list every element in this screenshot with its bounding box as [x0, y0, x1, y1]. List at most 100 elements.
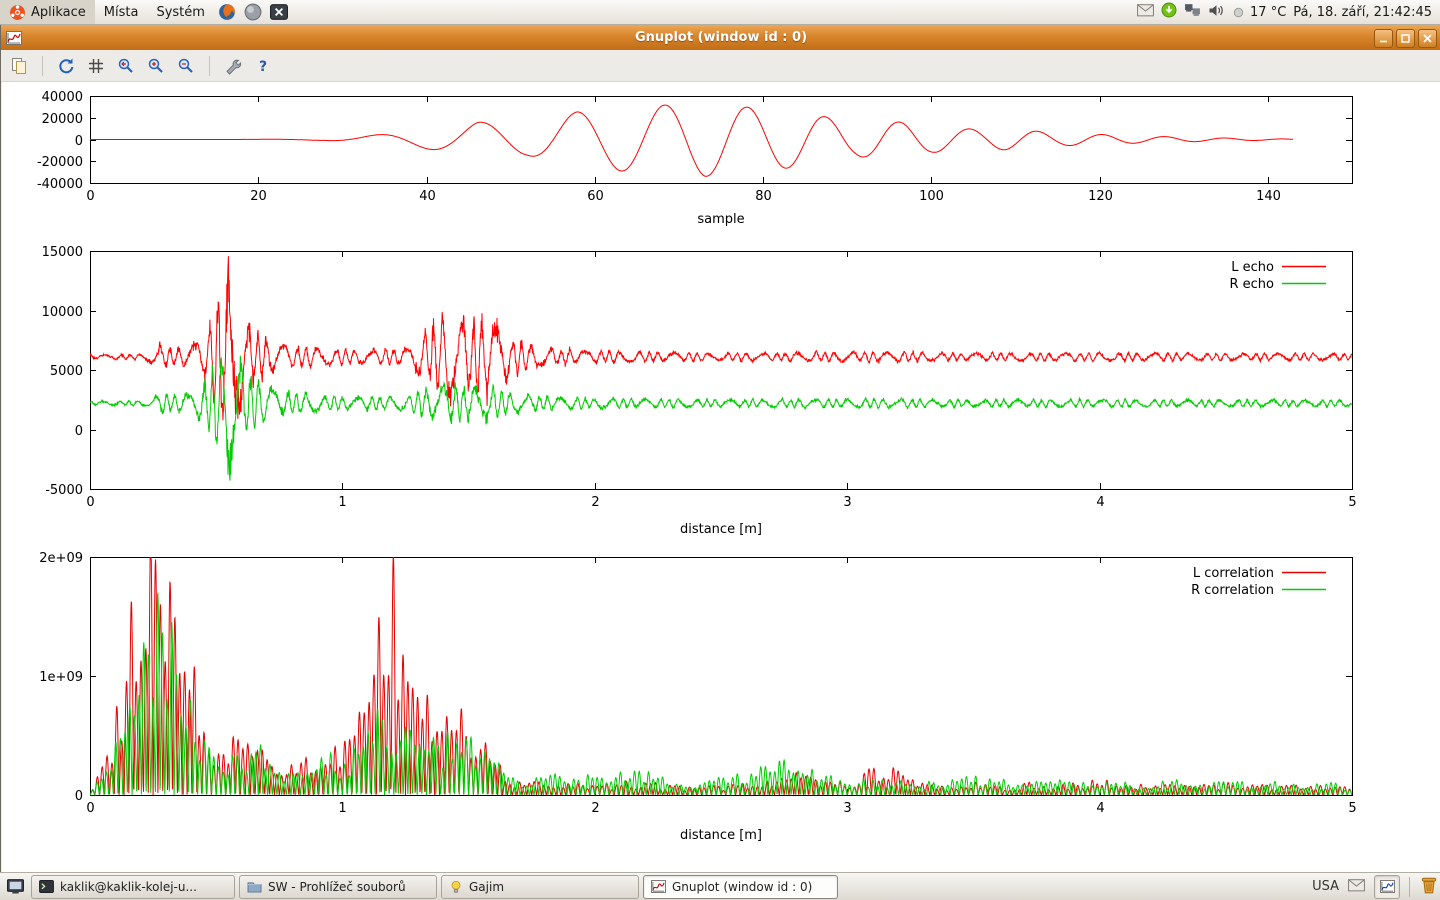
maximize-button[interactable] [1396, 29, 1415, 48]
temperature-label: 17 °C [1250, 5, 1286, 20]
wrench-icon [224, 57, 242, 75]
clock-label[interactable]: Pá, 18. září, 21:42:45 [1293, 5, 1432, 20]
toolbar-separator [209, 56, 210, 76]
help-button[interactable]: ? [251, 54, 275, 78]
gnuplot-toolbar: ? [1, 50, 1440, 82]
x-axis-label: sample [697, 212, 744, 227]
help-browser-icon [244, 3, 262, 21]
x-tick-label: 2 [591, 495, 599, 510]
y-tick-label: 5000 [50, 364, 83, 379]
x-tick-label: 4 [1096, 495, 1104, 510]
firefox-launcher[interactable] [214, 0, 240, 24]
terminal-launcher[interactable] [266, 0, 292, 24]
sample-waveform-chart: 020406080100120140-40000-200000200004000… [0, 88, 1440, 238]
weather-icon [1231, 5, 1246, 20]
replot-button[interactable] [54, 54, 78, 78]
volume-icon [1208, 3, 1224, 18]
network-tray[interactable] [1184, 3, 1201, 21]
svg-text:?: ? [259, 59, 267, 75]
show-desktop-button[interactable] [3, 876, 27, 898]
legend-label: R echo [1229, 277, 1274, 292]
chart-svg: 020406080100120140-40000-200000200004000… [0, 88, 1440, 238]
trash-icon [1419, 875, 1439, 895]
toggle-grid-button[interactable] [84, 54, 108, 78]
window-buttons [1374, 29, 1437, 48]
x-tick-label: 40 [419, 189, 436, 204]
zoom-in-icon [147, 57, 165, 75]
task-button-file-manager[interactable]: SW - Prohlížeč souborů [239, 875, 437, 899]
help-launcher[interactable] [240, 0, 266, 24]
titlebar[interactable]: Gnuplot (window id : 0) [1, 25, 1440, 50]
legend-label: L correlation [1193, 566, 1274, 581]
mail-envelope-icon [1348, 878, 1365, 892]
mail-envelope-icon [1137, 3, 1154, 17]
zoom-previous-button[interactable] [114, 54, 138, 78]
update-tray[interactable] [1161, 2, 1177, 22]
x-tick-label: 2 [591, 801, 599, 816]
minimize-icon [1379, 34, 1388, 43]
x-tick-label: 1 [338, 495, 346, 510]
plot-frame [91, 252, 1353, 490]
x-tick-label: 5 [1348, 495, 1356, 510]
copy-to-clipboard-button[interactable] [7, 54, 31, 78]
volume-tray[interactable] [1208, 3, 1224, 22]
places-menu-label: Místa [104, 5, 139, 20]
x-tick-label: 100 [919, 189, 944, 204]
help-icon: ? [254, 57, 272, 75]
legend-label: R correlation [1191, 583, 1274, 598]
maximize-icon [1401, 34, 1410, 43]
close-button[interactable] [1418, 29, 1437, 48]
x-tick-label: 1 [338, 801, 346, 816]
gnuplot-tray-button[interactable] [1374, 875, 1400, 899]
system-menu[interactable]: Systém [147, 0, 213, 24]
places-menu[interactable]: Místa [95, 0, 148, 24]
configure-button[interactable] [221, 54, 245, 78]
zoom-out-button[interactable] [174, 54, 198, 78]
network-icon [1184, 3, 1201, 17]
show-desktop-icon [7, 879, 24, 894]
x-tick-label: 120 [1088, 189, 1113, 204]
panel-left: Aplikace Místa Systém [0, 0, 292, 24]
trash-applet[interactable] [1419, 875, 1439, 898]
update-manager-icon [1161, 2, 1177, 18]
gnuplot-window-icon [6, 31, 22, 45]
y-tick-label: 10000 [42, 305, 83, 320]
y-tick-label: 0 [75, 134, 83, 149]
task-button-gnuplot[interactable]: Gnuplot (window id : 0) [643, 875, 838, 899]
x-tick-label: 0 [86, 495, 94, 510]
plot-frame [91, 97, 1353, 184]
y-tick-label: 15000 [42, 245, 83, 260]
y-tick-label: 20000 [42, 112, 83, 127]
series-r-correlation [90, 594, 1352, 795]
task-button-terminal[interactable]: kaklik@kaklik-kolej-u... [31, 875, 235, 899]
copy-icon [10, 57, 28, 75]
x-tick-label: 140 [1256, 189, 1281, 204]
series-r-echo [90, 356, 1352, 481]
zoom-in-button[interactable] [144, 54, 168, 78]
applications-menu[interactable]: Aplikace [0, 0, 95, 24]
file-manager-icon [247, 880, 262, 893]
x-tick-label: 80 [755, 189, 772, 204]
y-tick-label: -20000 [37, 155, 83, 170]
tray-separator [1409, 877, 1410, 897]
terminal-icon [270, 4, 288, 20]
mail-tray[interactable] [1137, 3, 1154, 21]
mail-notification[interactable] [1348, 878, 1365, 895]
zoom-previous-icon [117, 57, 135, 75]
x-tick-label: 0 [86, 801, 94, 816]
task-button-gajim[interactable]: Gajim [441, 875, 639, 899]
task-label: kaklik@kaklik-kolej-u... [60, 880, 197, 894]
x-tick-label: 4 [1096, 801, 1104, 816]
chart-svg: 012345-5000050001000015000distance [m]L … [0, 243, 1440, 543]
close-icon [1423, 34, 1432, 43]
minimize-button[interactable] [1374, 29, 1393, 48]
correlation-chart: 01234501e+092e+09distance [m]L correlati… [0, 549, 1440, 849]
weather-tray[interactable]: 17 °C [1231, 5, 1286, 20]
keyboard-layout-indicator[interactable]: USA [1312, 879, 1339, 894]
panel-right: 17 °C Pá, 18. září, 21:42:45 [1137, 0, 1440, 24]
window-title: Gnuplot (window id : 0) [1, 30, 1440, 45]
x-tick-label: 20 [250, 189, 267, 204]
legend-label: L echo [1231, 260, 1274, 275]
chart-icon [1380, 880, 1395, 893]
y-tick-label: -40000 [37, 177, 83, 192]
